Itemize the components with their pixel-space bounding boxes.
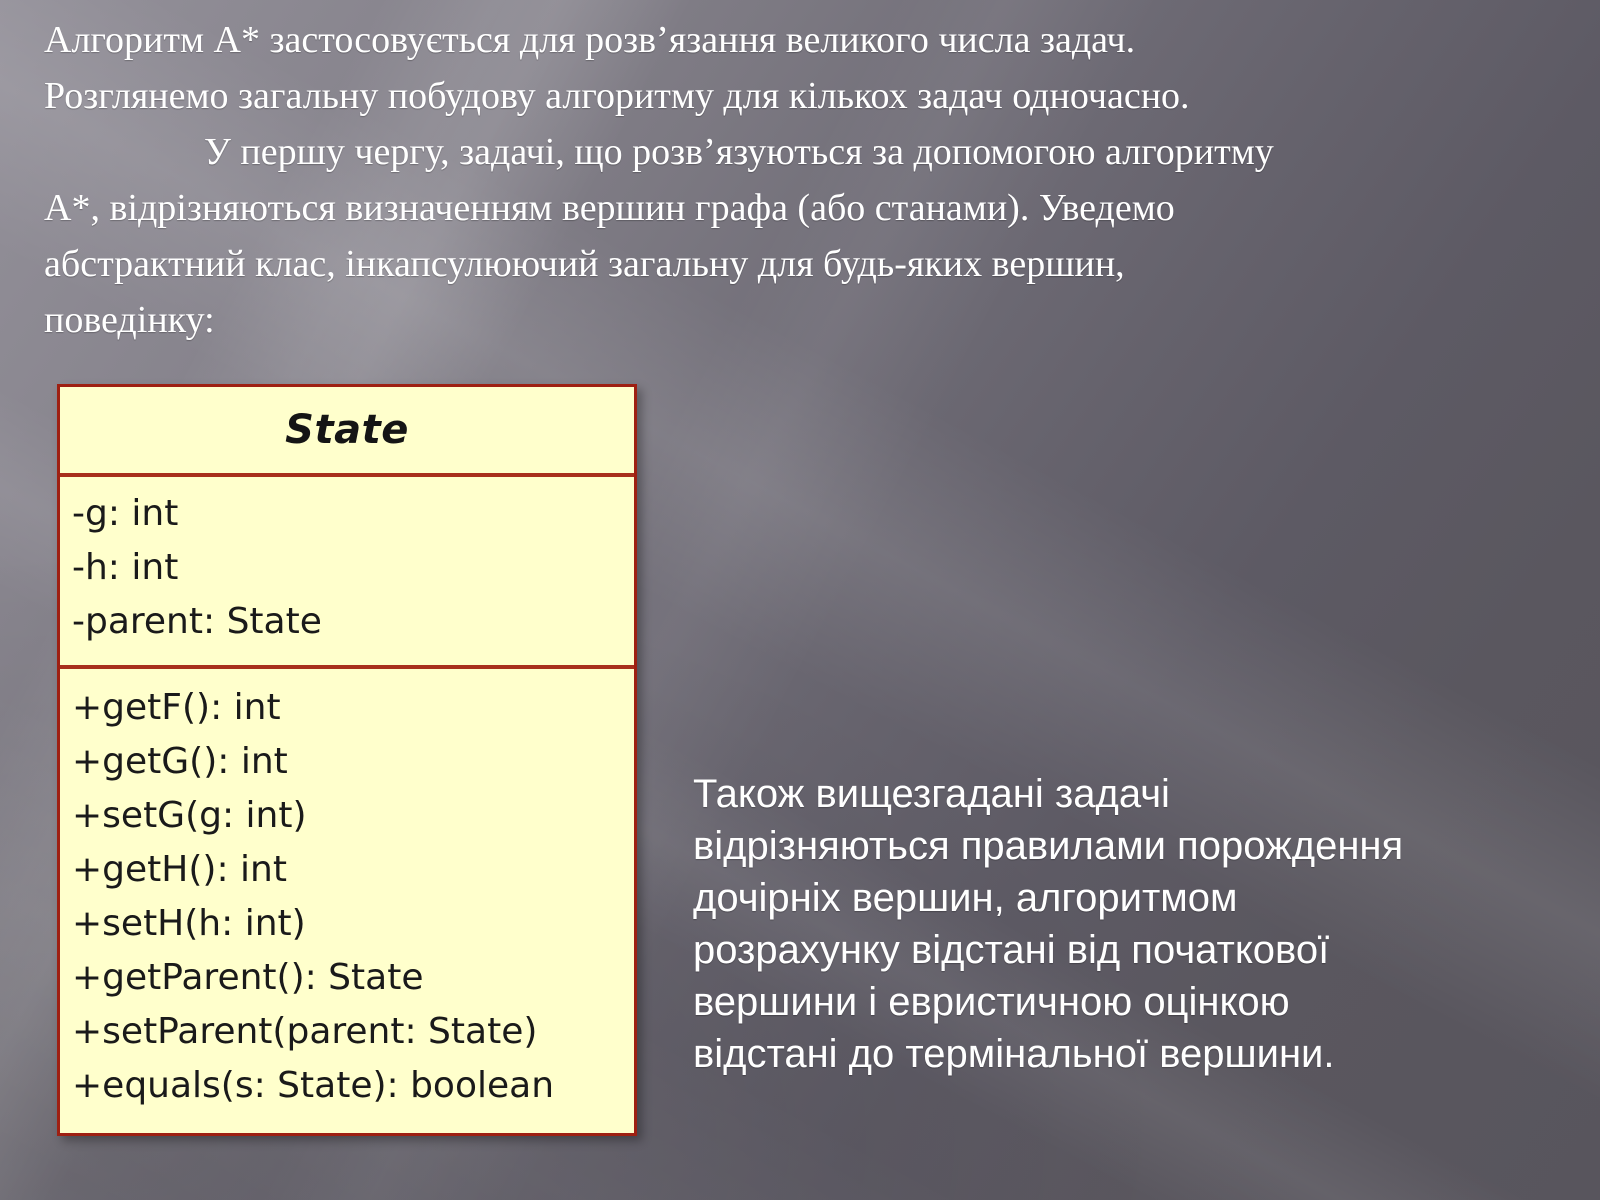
uml-class-box: State -g: int -h: int -parent: State +ge…: [57, 384, 637, 1136]
uml-attribute: -h: int: [72, 547, 179, 588]
uml-operation: +setParent(parent: State): [72, 1011, 538, 1052]
uml-operation: +getF(): int: [72, 687, 281, 728]
outro-line-4: розрахунку відстані від початкової: [693, 928, 1330, 972]
uml-attributes-compartment: -g: int -h: int -parent: State: [60, 477, 634, 669]
intro-paragraph-2-line-4: поведінку:: [44, 299, 215, 341]
uml-class-name: State: [285, 407, 409, 453]
outro-text-block: Також вищезгадані задачі відрізняються п…: [693, 768, 1553, 1080]
intro-paragraph-1-line-1: Алгоритм A* застосовується для розв’язан…: [44, 19, 1136, 61]
outro-line-2: відрізняються правилами порождення: [693, 824, 1404, 868]
intro-paragraph-2-line-3: абстрактний клас, інкапсулюючий загальну…: [44, 243, 1125, 285]
uml-operation: +getParent(): State: [72, 957, 424, 998]
outro-line-5: вершини і евристичною оцінкою: [693, 980, 1290, 1024]
outro-line-3: дочірніх вершин, алгоритмом: [693, 876, 1238, 920]
uml-operation: +setG(g: int): [72, 795, 307, 836]
uml-operations-compartment: +getF(): int +getG(): int +setG(g: int) …: [60, 669, 634, 1133]
uml-operation: +equals(s: State): boolean: [72, 1065, 555, 1106]
outro-line-1: Також вищезгадані задачі: [693, 772, 1170, 816]
intro-text-block: Алгоритм A* застосовується для розв’язан…: [44, 12, 1444, 348]
intro-paragraph-2-line-2: A*, відрізняються визначенням вершин гра…: [44, 187, 1175, 229]
uml-attribute: -g: int: [72, 493, 179, 534]
uml-attribute: -parent: State: [72, 601, 322, 642]
uml-operation: +getH(): int: [72, 849, 287, 890]
uml-operation: +setH(h: int): [72, 903, 306, 944]
outro-line-6: відстані до термінальної вершини.: [693, 1032, 1335, 1076]
uml-operation: +getG(): int: [72, 741, 288, 782]
presentation-slide: Алгоритм A* застосовується для розв’язан…: [0, 0, 1600, 1200]
intro-paragraph-2-line-1: У першу чергу, задачі, що розв’язуються …: [204, 131, 1274, 173]
intro-paragraph-1-line-2: Розглянемо загальну побудову алгоритму д…: [44, 75, 1190, 117]
uml-class-header: State: [60, 387, 634, 477]
